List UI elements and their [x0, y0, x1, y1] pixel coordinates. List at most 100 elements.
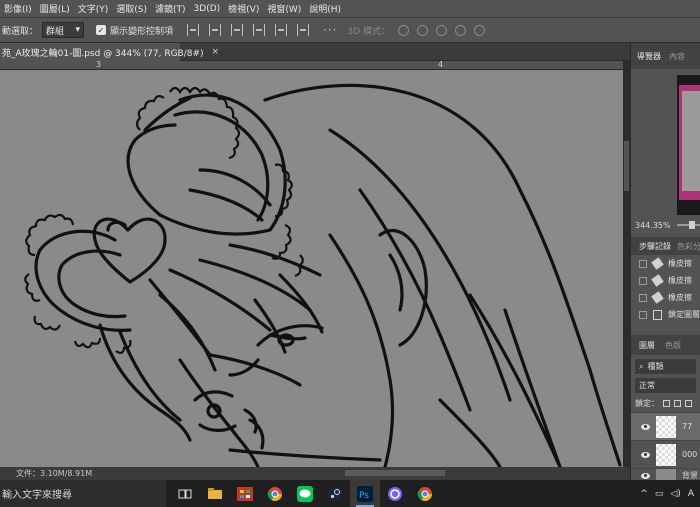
vertical-scrollbar[interactable]: [623, 61, 630, 467]
slide-3d-icon[interactable]: [455, 24, 467, 36]
align-bottom-icon[interactable]: [231, 24, 244, 36]
eye-icon[interactable]: [641, 423, 650, 430]
photoshop-icon[interactable]: Ps: [350, 480, 380, 507]
document-tab[interactable]: 苑_A玫瑰之輪01-圖.psd @ 344% (77, RGB/8#) ×: [0, 43, 219, 61]
status-bar: 文件：3.10M/8.91M: [0, 467, 630, 480]
lock-row: 鎖定：: [631, 395, 700, 412]
menu-layer[interactable]: 圖層(L): [36, 2, 74, 15]
show-transform-label: 顯示變形控制項: [110, 26, 174, 37]
menu-bar: 影像(I) 圖層(L) 文字(Y) 選取(S) 濾鏡(T) 3D(D) 檢視(V…: [0, 0, 700, 17]
history-tabs: 步驟記錄 色彩分: [631, 237, 700, 255]
menu-type[interactable]: 文字(Y): [74, 2, 113, 15]
menu-window[interactable]: 視窗(W): [263, 2, 305, 15]
layer-row[interactable]: 77: [631, 412, 700, 440]
eye-icon[interactable]: [641, 451, 650, 458]
roll-3d-icon[interactable]: [417, 24, 429, 36]
align-tools: [187, 24, 310, 36]
more-options-icon[interactable]: ···: [323, 23, 337, 37]
chevron-down-icon: ▾: [75, 25, 81, 35]
network-icon[interactable]: ▭: [655, 489, 664, 499]
show-transform-checkbox[interactable]: ✓: [96, 25, 107, 35]
menu-image[interactable]: 影像(I): [0, 2, 36, 15]
zoom-slider-handle[interactable]: [688, 221, 695, 229]
line-app-icon[interactable]: [290, 480, 320, 507]
lock-position-icon[interactable]: [685, 400, 692, 407]
close-icon[interactable]: ×: [212, 47, 220, 57]
lock-pixels-icon[interactable]: [674, 400, 681, 407]
taskbar-search[interactable]: 輸入文字來搜尋: [0, 480, 166, 507]
document-icon: [653, 309, 662, 320]
zoom-slider[interactable]: [676, 221, 700, 229]
history-item[interactable]: 橡皮擦: [631, 272, 700, 289]
history-panel: 步驟記錄 色彩分 橡皮擦 橡皮擦 橡皮擦 鎖定圖層: [631, 237, 700, 323]
lock-transparency-icon[interactable]: [663, 400, 670, 407]
volume-icon[interactable]: ◁): [670, 489, 680, 499]
blend-mode-dropdown[interactable]: 正常: [635, 378, 696, 393]
navigator-tabs: 導覽器 內容: [631, 43, 700, 69]
lock-label: 鎖定：: [635, 399, 659, 408]
align-vcenter-icon[interactable]: [209, 24, 222, 36]
ruler-label: 4: [438, 60, 444, 69]
zoom-value[interactable]: 344.35%: [635, 221, 671, 230]
pan-3d-icon[interactable]: [436, 24, 448, 36]
history-item[interactable]: 橡皮擦: [631, 289, 700, 306]
media-app-icon[interactable]: [380, 480, 410, 507]
system-tray: ^ ▭ ◁) A: [640, 480, 700, 507]
task-view-icon[interactable]: [170, 480, 200, 507]
tab-properties[interactable]: 內容: [669, 51, 685, 62]
horizontal-scroll-thumb[interactable]: [345, 470, 445, 476]
navigator-thumbnail[interactable]: [677, 75, 700, 215]
align-top-icon[interactable]: [187, 24, 200, 36]
eraser-icon: [651, 257, 664, 270]
layer-name: 77: [682, 422, 693, 431]
align-hcenter-icon[interactable]: [275, 24, 288, 36]
steam-icon[interactable]: [320, 480, 350, 507]
auto-select-label: 動選取：: [2, 26, 39, 37]
eraser-icon: [651, 274, 664, 287]
align-left-icon[interactable]: [253, 24, 266, 36]
document-tab-bar: 苑_A玫瑰之輪01-圖.psd @ 344% (77, RGB/8#) ×: [0, 43, 630, 61]
horizontal-ruler[interactable]: 3 4: [0, 60, 623, 70]
navigator-zoom-row: 344.35%: [631, 215, 700, 235]
history-item-label: 鎖定圖層: [668, 310, 700, 319]
tab-history[interactable]: 步驟記錄: [639, 241, 671, 252]
menu-select[interactable]: 選取(S): [112, 2, 151, 15]
document-canvas[interactable]: [0, 70, 623, 467]
taskbar: 輸入文字來搜尋 Ps ^ ▭ ◁) A: [0, 480, 700, 507]
chrome-icon[interactable]: [260, 480, 290, 507]
scale-3d-icon[interactable]: [474, 24, 486, 36]
menu-view[interactable]: 檢視(V): [224, 2, 263, 15]
menu-help[interactable]: 說明(H): [305, 2, 345, 15]
layer-thumbnail: [656, 415, 676, 438]
history-checkbox[interactable]: [639, 276, 647, 285]
tab-channels[interactable]: 色版: [665, 340, 681, 351]
layer-thumbnail: [656, 443, 676, 466]
chrome-icon-2[interactable]: [410, 480, 440, 507]
history-item-label: 橡皮擦: [668, 293, 692, 302]
eye-icon[interactable]: [641, 472, 650, 479]
tab-color[interactable]: 色彩分: [677, 241, 700, 252]
layer-row[interactable]: 000: [631, 440, 700, 468]
orbit-3d-icon[interactable]: [398, 24, 410, 36]
options-bar: 動選取： 群組 ▾ ✓ 顯示變形控制項 ··· 3D 模式：: [0, 17, 700, 43]
history-item[interactable]: 鎖定圖層: [631, 306, 700, 323]
vertical-scroll-thumb[interactable]: [624, 141, 629, 191]
tab-layers[interactable]: 圖層: [639, 340, 655, 351]
document-tab-title: 苑_A玫瑰之輪01-圖.psd @ 344% (77, RGB/8#): [2, 48, 204, 59]
layer-kind-filter[interactable]: ⌕ 種類: [635, 359, 696, 374]
auto-select-dropdown[interactable]: 群組 ▾: [42, 22, 85, 38]
history-item[interactable]: 橡皮擦: [631, 255, 700, 272]
history-checkbox[interactable]: [639, 259, 647, 268]
file-explorer-icon[interactable]: [200, 480, 230, 507]
tab-navigator[interactable]: 導覽器: [637, 51, 661, 62]
navigator-view-box[interactable]: [682, 91, 700, 191]
history-checkbox[interactable]: [639, 293, 647, 302]
history-checkbox[interactable]: [639, 310, 647, 319]
chevron-up-icon[interactable]: ^: [640, 489, 648, 499]
menu-3d[interactable]: 3D(D): [190, 4, 225, 14]
app-icon-grid[interactable]: [230, 480, 260, 507]
menu-filter[interactable]: 濾鏡(T): [151, 2, 190, 15]
align-right-icon[interactable]: [297, 24, 310, 36]
history-item-label: 橡皮擦: [668, 259, 692, 268]
input-language[interactable]: A: [688, 489, 694, 499]
